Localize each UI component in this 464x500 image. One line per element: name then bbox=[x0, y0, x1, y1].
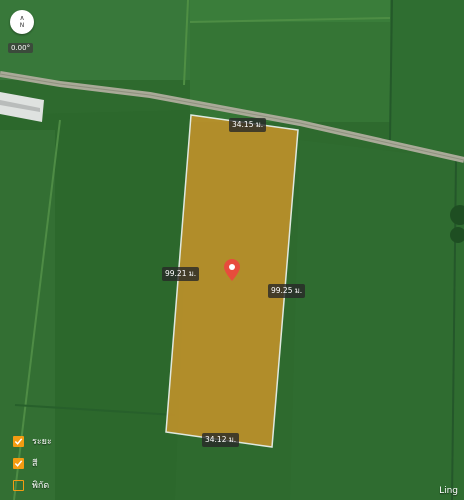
edge-length-bottom: 34.12 ม. bbox=[202, 433, 240, 447]
layer-legend: ระยะ สี พิกัด bbox=[13, 430, 52, 496]
satellite-map[interactable] bbox=[0, 0, 464, 500]
edge-length-left: 99.21 ม. bbox=[162, 267, 200, 281]
legend-label-coordinates: พิกัด bbox=[32, 481, 50, 491]
legend-label-color: สี bbox=[32, 459, 38, 469]
compass-arrow-icon: ∧ bbox=[19, 14, 25, 22]
map-attribution: Ling bbox=[439, 486, 458, 496]
edge-length-right: 99.25 ม. bbox=[268, 284, 306, 298]
checkmark-icon bbox=[14, 459, 23, 467]
legend-item-distance[interactable]: ระยะ bbox=[13, 430, 52, 452]
edge-length-top: 34.15 ม. bbox=[229, 118, 267, 132]
checkmark-icon bbox=[14, 437, 23, 445]
distance-checkbox[interactable] bbox=[13, 435, 24, 447]
compass-direction-label: N bbox=[19, 22, 25, 29]
compass-button[interactable]: ∧ N bbox=[10, 10, 34, 34]
legend-item-color[interactable]: สี bbox=[13, 452, 52, 474]
legend-item-coordinates[interactable]: พิกัด bbox=[13, 474, 52, 496]
heading-readout: 0.00° bbox=[8, 43, 34, 53]
coordinates-checkbox[interactable] bbox=[13, 479, 24, 491]
color-checkbox[interactable] bbox=[13, 457, 24, 469]
legend-label-distance: ระยะ bbox=[32, 437, 52, 447]
